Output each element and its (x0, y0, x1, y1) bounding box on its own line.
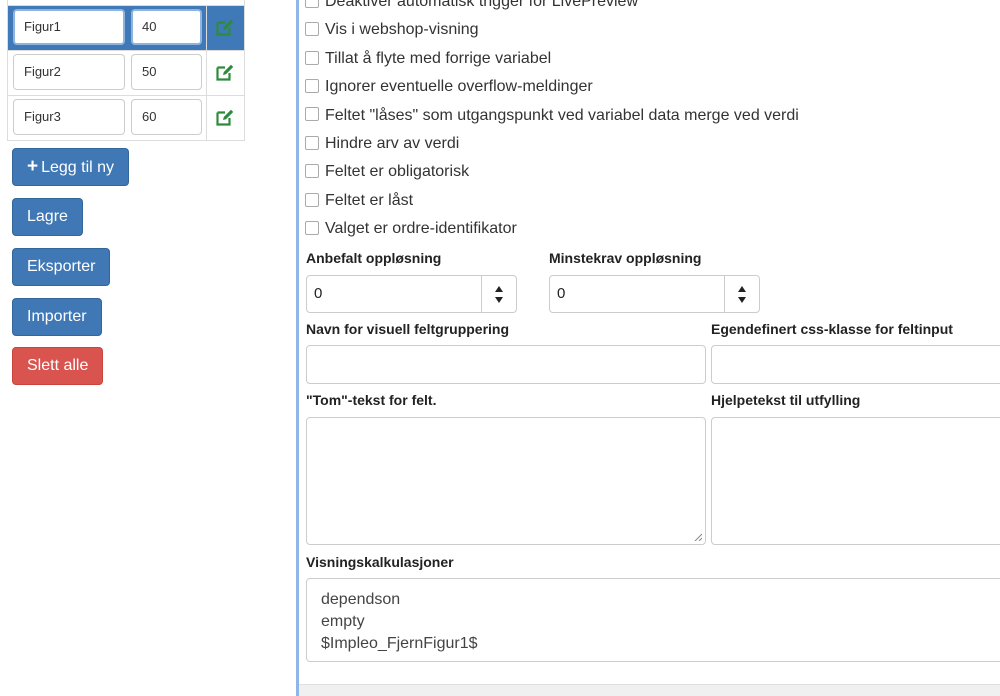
empty-text-textarea[interactable] (306, 417, 706, 545)
checkbox[interactable] (305, 78, 319, 93)
edit-button[interactable] (206, 96, 245, 140)
checkbox[interactable] (305, 22, 319, 37)
variable-name-input[interactable]: Figur3 (13, 99, 125, 135)
variable-value-input[interactable]: 40 (131, 9, 202, 45)
save-button[interactable]: Lagre (12, 198, 83, 236)
checkbox[interactable] (305, 164, 319, 179)
calculation-line: $Impleo_FjernFigur1$ (321, 635, 478, 652)
table-row[interactable]: Figur2 50 (8, 50, 244, 95)
checkbox[interactable] (305, 220, 319, 235)
spinner-up-icon[interactable] (738, 286, 746, 292)
recommended-resolution-value: 0 (314, 285, 323, 302)
minimum-resolution-spinner[interactable] (724, 276, 759, 312)
visual-group-input[interactable] (306, 345, 706, 384)
recommended-resolution-spinner[interactable] (481, 276, 516, 312)
option-checkbox-row[interactable]: Tillat å flyte med forrige variabel (305, 47, 551, 71)
help-text-textarea[interactable] (711, 417, 1000, 545)
table-row[interactable]: Figur1 40 (8, 5, 244, 50)
option-checkbox-row[interactable]: Feltet "låses" som utgangspunkt ved vari… (305, 104, 799, 128)
minimum-resolution-label: Minstekrav oppløsning (549, 250, 702, 266)
edit-button[interactable] (206, 6, 245, 50)
edit-icon (216, 109, 234, 126)
option-label: Ignorer eventuelle overflow-meldinger (325, 78, 593, 96)
variable-value-input[interactable]: 60 (131, 99, 202, 135)
table-row[interactable]: Figur3 60 (8, 95, 244, 140)
variable-sidebar: Figur1 40 Figur2 50 Figur3 60 + Legg til ny La… (0, 0, 296, 696)
visual-group-label: Navn for visuell feltgruppering (306, 321, 510, 337)
option-checkbox-row[interactable]: Ignorer eventuelle overflow-meldinger (305, 75, 593, 99)
checkbox[interactable] (305, 0, 319, 8)
spinner-down-icon[interactable] (738, 297, 746, 303)
calculations-textarea[interactable]: dependson empty $Impleo_FjernFigur1$ (306, 578, 1000, 662)
recommended-resolution-input[interactable]: 0 (306, 275, 517, 313)
option-checkbox-row[interactable]: Feltet er obligatorisk (305, 160, 469, 184)
option-checkbox-row[interactable]: Vis i webshop-visning (305, 18, 479, 42)
recommended-resolution-label: Anbefalt oppløsning (306, 250, 442, 266)
option-checkbox-row[interactable]: Feltet er låst (305, 189, 413, 213)
option-label: Vis i webshop-visning (325, 21, 479, 39)
field-settings-panel: Deaktiver automatisk trigger for LivePre… (299, 0, 1000, 696)
resize-handle-icon[interactable] (694, 533, 702, 541)
option-label: Tillat å flyte med forrige variabel (325, 49, 552, 67)
checkbox[interactable] (305, 192, 319, 207)
add-new-label: Legg til ny (41, 159, 115, 176)
css-class-input[interactable] (711, 345, 1000, 384)
delete-all-button[interactable]: Slett alle (12, 347, 104, 385)
calculation-line: dependson (321, 591, 401, 608)
spinner-down-icon[interactable] (495, 297, 503, 303)
empty-text-label: "Tom"-tekst for felt. (306, 392, 437, 408)
help-text-label: Hjelpetekst til utfylling (711, 392, 861, 408)
option-checkbox-row[interactable]: Hindre arv av verdi (305, 132, 459, 156)
add-new-button[interactable]: + Legg til ny (12, 148, 130, 186)
option-label: Feltet er låst (325, 191, 414, 209)
edit-icon (216, 19, 234, 36)
import-button[interactable]: Importer (12, 298, 102, 336)
variable-name-input[interactable]: Figur1 (13, 9, 125, 45)
option-checkbox-row[interactable]: Deaktiver automatisk trigger for LivePre… (305, 0, 638, 14)
checkbox[interactable] (305, 50, 319, 65)
css-class-label: Egendefinert css-klasse for feltinput (711, 321, 953, 337)
option-label: Feltet er obligatorisk (325, 163, 470, 181)
edit-icon (216, 64, 234, 81)
option-label: Valget er ordre-identifikator (325, 220, 517, 238)
option-label: Deaktiver automatisk trigger for LivePre… (325, 0, 639, 10)
calculations-content: dependson empty $Impleo_FjernFigur1$ (321, 589, 478, 655)
spinner-up-icon[interactable] (495, 286, 503, 292)
bottom-bar (299, 684, 1000, 696)
minimum-resolution-value: 0 (557, 285, 566, 302)
export-button[interactable]: Eksporter (12, 248, 111, 286)
option-label: Hindre arv av verdi (325, 135, 460, 152)
calculation-line: empty (321, 613, 365, 630)
checkbox[interactable] (305, 135, 319, 150)
variable-value-input[interactable]: 50 (131, 54, 202, 90)
edit-button[interactable] (206, 51, 245, 95)
option-label: Feltet "låses" som utgangspunkt ved vari… (325, 106, 799, 124)
plus-icon: + (27, 156, 39, 177)
minimum-resolution-input[interactable]: 0 (549, 275, 760, 313)
variable-table: Figur1 40 Figur2 50 Figur3 60 (7, 0, 245, 141)
variable-name-input[interactable]: Figur2 (13, 54, 125, 90)
checkbox[interactable] (305, 107, 319, 122)
option-checkbox-row[interactable]: Valget er ordre-identifikator (305, 217, 517, 241)
calculations-label: Visningskalkulasjoner (306, 554, 454, 570)
